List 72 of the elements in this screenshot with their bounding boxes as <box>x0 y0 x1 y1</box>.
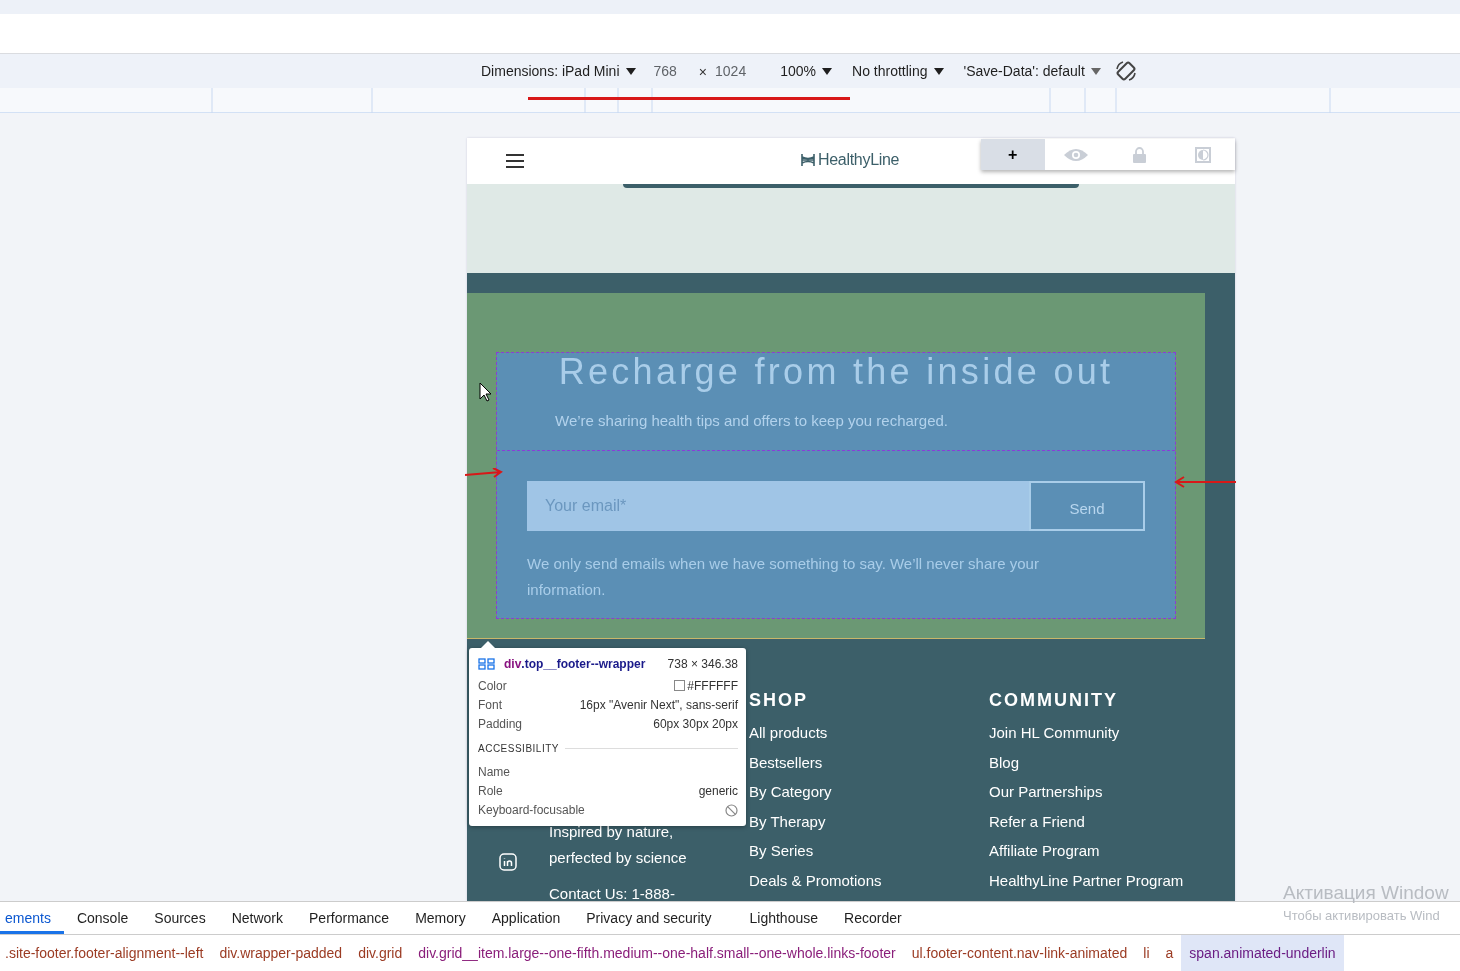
devtools-tab[interactable]: Application <box>478 902 574 934</box>
footer-link[interactable]: Blog <box>989 747 1235 778</box>
throttling-dropdown[interactable]: No throttling <box>852 63 944 79</box>
property-label: Role <box>478 783 503 798</box>
footer-link[interactable]: Affiliate Program <box>989 836 1235 866</box>
breadcrumb-item[interactable]: ul.footer-content.nav-link-animated <box>903 935 1136 971</box>
newsletter-title: Recharge from the inside out <box>557 353 1115 391</box>
caret-icon <box>933 67 944 75</box>
property-value: #FFFFFF <box>687 678 738 693</box>
menu-icon[interactable] <box>506 154 524 168</box>
devtools-tab[interactable]: Console <box>63 902 142 934</box>
devtools-tab[interactable]: ements <box>0 902 64 934</box>
linkedin-icon[interactable] <box>499 853 517 871</box>
caret-icon <box>625 67 636 75</box>
breadcrumb-item[interactable]: div.wrapper-padded <box>211 935 351 971</box>
footer-heading: COMMUNITY <box>989 689 1119 711</box>
devtools-tab[interactable]: Network <box>218 902 296 934</box>
breadcrumb-item[interactable]: .site-footer.footer-alignment--left <box>0 935 212 971</box>
newsletter-note: We only send emails when we have something to say. We’ll never share your information. <box>527 554 1040 600</box>
times-sign: × <box>698 64 708 80</box>
eye-icon <box>1063 147 1090 162</box>
lock-icon <box>1133 146 1147 163</box>
element-size: 738 × 346.38 <box>667 657 738 671</box>
section-heading: ACCESSIBILITY <box>478 742 559 754</box>
contact-text: Contact Us: 1-888- <box>549 885 676 901</box>
property-label: Color <box>478 678 507 693</box>
breadcrumb-item[interactable]: li <box>1135 935 1158 971</box>
devtools-tab[interactable]: Lighthouse <box>736 902 832 934</box>
logo-icon <box>800 153 816 167</box>
property-label: Padding <box>478 717 523 732</box>
device-dropdown[interactable]: Dimensions: iPad Mini <box>481 63 636 79</box>
site-logo[interactable]: HealthyLine <box>818 151 900 169</box>
caret-icon <box>1090 67 1101 75</box>
property-label: Keyboard-focusable <box>478 803 585 818</box>
zoom-dropdown[interactable]: 100% <box>780 63 832 79</box>
property-label: Name <box>478 764 510 779</box>
annotation-arrow <box>1174 476 1236 488</box>
footer-link[interactable]: HealthyLine Partner Program <box>989 865 1235 896</box>
contrast-icon <box>1195 146 1212 163</box>
property-value: generic <box>698 783 738 798</box>
color-swatch <box>674 680 686 692</box>
width-field[interactable]: 768 <box>653 63 677 79</box>
footer-heading: SHOP <box>749 689 809 711</box>
footer-link[interactable]: Join HL Community <box>989 718 1235 748</box>
footer-tagline: Inspired by nature, perfected by science <box>549 822 687 868</box>
footer-link[interactable]: Refer a Friend <box>989 806 1235 837</box>
property-value: 16px "Avenir Next", sans-serif <box>579 697 738 712</box>
save-data-dropdown[interactable]: 'Save-Data': default <box>963 63 1101 79</box>
devtools-tab[interactable]: Sources <box>141 902 219 934</box>
grid-layout-icon <box>478 658 495 670</box>
footer-link[interactable]: Our Partnerships <box>989 777 1235 807</box>
plus-button[interactable]: + <box>981 139 1045 170</box>
notice-title: Активация Window <box>1283 882 1449 904</box>
annotation-arrow <box>465 468 503 478</box>
rotate-icon[interactable] <box>1114 60 1137 82</box>
newsletter-subtitle: We’re sharing health tips and offers to keep you recharged. <box>555 412 950 429</box>
element-tag: div <box>504 657 522 671</box>
breadcrumb-item[interactable]: div.grid <box>350 935 411 971</box>
breadcrumb-item[interactable]: span.animated-underlin <box>1181 935 1344 971</box>
element-class: .top__footer--wrapper <box>521 657 646 671</box>
notice-subtitle: Чтобы активировать Wind <box>1283 908 1441 923</box>
breadcrumb-item[interactable]: div.grid__item.large--one-fifth.medium--one-half.small--one-whole.links-footer <box>410 935 904 971</box>
devtools-tab[interactable]: Recorder <box>831 902 915 934</box>
property-label: Font <box>478 697 502 712</box>
height-field[interactable]: 1024 <box>715 63 747 79</box>
breadcrumb-item[interactable]: a <box>1157 935 1182 971</box>
property-value: 60px 30px 20px <box>653 717 738 732</box>
caret-icon <box>822 67 832 75</box>
devtools-tab[interactable]: Privacy and security <box>573 902 725 934</box>
devtools-tab[interactable]: Performance <box>296 902 403 934</box>
devtools-tab[interactable]: Memory <box>402 902 479 934</box>
cursor-icon <box>479 382 492 402</box>
